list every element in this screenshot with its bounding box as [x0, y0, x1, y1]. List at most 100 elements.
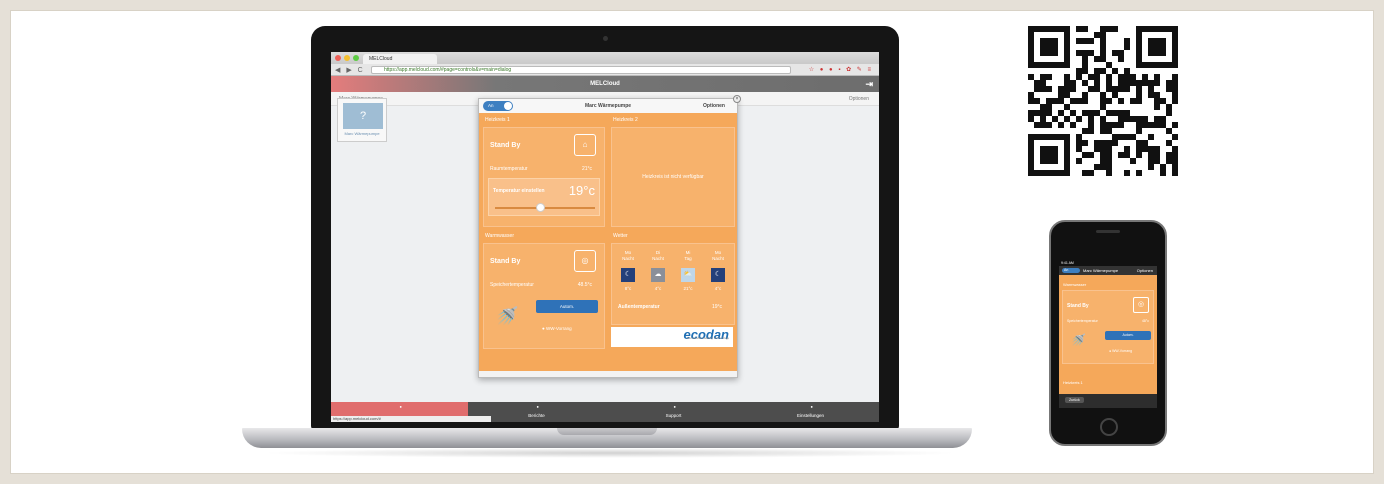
qr-module: [1172, 86, 1178, 92]
qr-module: [1118, 134, 1124, 140]
qr-module: [1118, 122, 1124, 128]
qr-module: [1094, 56, 1100, 62]
qr-module: [1070, 110, 1076, 116]
minimize-window-icon[interactable]: [344, 55, 350, 61]
qr-module: [1154, 104, 1160, 110]
extension-icons[interactable]: ☆ ● ● ▪ ✿ ✎ ≡: [809, 66, 873, 73]
browser-toolbar: ◀ ▶ C https://app.melcloud.com/#page=con…: [331, 64, 879, 76]
auto-mode-label: Autom.: [559, 304, 575, 309]
phone-options[interactable]: Optionen: [1137, 266, 1153, 275]
qr-module: [1088, 128, 1094, 134]
control-dialog: An Marc Wärmepumpe Optionen × Heizkreis …: [478, 95, 741, 378]
outdoor-temp-label: Außentemperatur: [618, 304, 660, 310]
device-tile-label: Marc Wärmepumpe: [344, 131, 380, 136]
qr-module: [1100, 38, 1106, 44]
options-link[interactable]: Optionen: [849, 96, 869, 102]
qr-module: [1094, 110, 1100, 116]
qr-module: [1100, 152, 1106, 158]
room-temp-value: 21°c: [581, 166, 592, 172]
set-temp-value: 19°c: [568, 183, 595, 198]
qr-module: [1124, 110, 1130, 116]
qr-module: [1166, 140, 1172, 146]
qr-module: [1106, 80, 1112, 86]
qr-module: [1106, 128, 1112, 134]
close-icon[interactable]: ×: [733, 95, 741, 103]
phone-back-button[interactable]: Zurück: [1065, 397, 1084, 403]
qr-module: [1130, 116, 1136, 122]
qr-module: [1130, 134, 1136, 140]
ww-priority-button[interactable]: ● WW-Vorrang: [542, 324, 572, 333]
qr-module: [1136, 152, 1142, 158]
qr-module: [1094, 164, 1100, 170]
weather-temp: 4°c: [714, 286, 722, 291]
qr-module: [1028, 26, 1034, 68]
qr-module: [1082, 80, 1088, 86]
dialog-header: An Marc Wärmepumpe Optionen ×: [479, 95, 741, 113]
window-controls[interactable]: [335, 55, 359, 61]
phone-faucet-icon: 🚿: [1071, 333, 1086, 347]
qr-module: [1124, 38, 1130, 44]
weather-daypart: Nacht: [712, 256, 724, 261]
qr-module: [1172, 122, 1178, 128]
qr-module: [1082, 50, 1088, 56]
temp-slider-knob[interactable]: [536, 203, 545, 212]
qr-module: [1070, 98, 1076, 104]
temp-slider[interactable]: [495, 207, 595, 209]
qr-module: [1040, 86, 1046, 92]
qr-module: [1148, 134, 1154, 140]
qr-module: [1124, 146, 1130, 152]
ww-priority-label: WW-Vorrang: [545, 326, 572, 331]
browser-tab[interactable]: MELCloud: [363, 54, 437, 64]
qr-module: [1082, 92, 1088, 98]
maximize-window-icon[interactable]: [353, 55, 359, 61]
qr-module: [1136, 26, 1178, 32]
room-temp-label: Raumtemperatur: [490, 166, 528, 172]
qr-module: [1106, 62, 1112, 68]
app-header: MELCloud ⇥: [331, 76, 879, 92]
qr-module: [1040, 38, 1058, 56]
qr-module: [1082, 26, 1088, 32]
qr-module: [1160, 116, 1166, 122]
qr-module: [1106, 164, 1112, 170]
nav-buttons[interactable]: ◀ ▶ C: [335, 66, 365, 74]
close-window-icon[interactable]: [335, 55, 341, 61]
qr-module: [1046, 122, 1052, 128]
qr-module: [1088, 170, 1094, 176]
qr-module: [1082, 98, 1088, 104]
logout-icon[interactable]: ⇥: [865, 76, 873, 92]
qr-module: [1088, 152, 1094, 158]
qr-module: [1100, 146, 1106, 152]
device-tile[interactable]: ? Marc Wärmepumpe: [337, 98, 387, 142]
qr-module: [1172, 74, 1178, 80]
outdoor-temp-value: 19°c: [711, 304, 722, 310]
weather-daypart: Tag: [684, 256, 692, 261]
address-bar[interactable]: https://app.melcloud.com/#page=controls&…: [371, 66, 791, 74]
qr-module: [1076, 98, 1082, 104]
app-title: MELCloud: [590, 81, 620, 87]
phone-ww-button[interactable]: ● WW-Vorrang: [1109, 347, 1132, 356]
qr-module: [1118, 110, 1124, 116]
qr-module: [1148, 86, 1154, 92]
qr-module: [1172, 98, 1178, 104]
qr-module: [1082, 152, 1088, 158]
dialog-options-button[interactable]: Optionen: [703, 103, 725, 109]
qr-module: [1136, 98, 1142, 104]
home-button[interactable]: [1100, 418, 1118, 436]
tank-temp-label: Speichertemperatur: [490, 282, 534, 288]
qr-module: [1058, 98, 1064, 104]
phone-power-toggle[interactable]: An: [1062, 268, 1080, 273]
qr-module: [1028, 134, 1070, 140]
qr-module: [1088, 116, 1094, 122]
weather-day: Mo: [714, 250, 722, 255]
qr-module: [1046, 86, 1052, 92]
qr-module: [1154, 80, 1160, 86]
qr-module: [1106, 110, 1112, 116]
weather-day-label: Mo Nacht: [616, 250, 640, 262]
auto-mode-button[interactable]: Autom.: [536, 300, 598, 313]
nav-support[interactable]: Support: [605, 402, 742, 422]
phone-auto-button[interactable]: Autom.: [1105, 331, 1151, 340]
qr-module: [1070, 86, 1076, 92]
nav-einstellungen[interactable]: Einstellungen: [742, 402, 879, 422]
qr-module: [1136, 116, 1142, 122]
qr-module: [1088, 74, 1094, 80]
